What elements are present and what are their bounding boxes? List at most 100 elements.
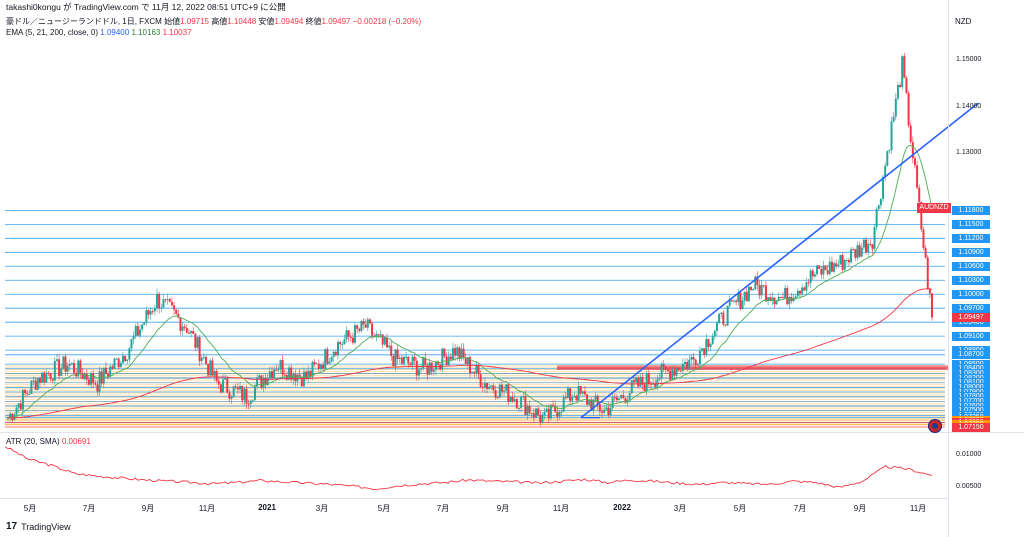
candle-body: [805, 282, 808, 291]
candle-body: [882, 176, 885, 199]
candle-body: [398, 357, 401, 359]
candle-body: [145, 310, 148, 323]
candle-body: [684, 361, 687, 364]
candle-body: [498, 384, 501, 398]
candle-body: [356, 325, 359, 329]
candle-body: [183, 326, 186, 328]
candle-body: [175, 309, 178, 314]
candle-body: [545, 408, 548, 412]
time-tick-label: 7月: [793, 504, 807, 513]
level-price-tag: 1.08700: [952, 350, 990, 360]
candle-body: [673, 370, 676, 376]
candle-body: [362, 320, 365, 325]
candle-body: [571, 397, 574, 401]
currency-flag-icon[interactable]: [928, 419, 942, 433]
candle-body: [136, 325, 139, 336]
candle-body: [202, 356, 205, 358]
candle-body: [205, 356, 207, 365]
candle-body: [517, 407, 520, 409]
candle-body: [411, 356, 414, 366]
candle-body: [762, 285, 765, 287]
candle-body: [660, 364, 663, 379]
candle-body: [354, 325, 357, 343]
candle-body: [816, 265, 819, 275]
candle-body: [30, 380, 33, 394]
candle-body: [839, 254, 842, 265]
candle-body: [481, 386, 484, 388]
candle-body: [439, 364, 442, 370]
candle-body: [43, 372, 46, 383]
candle-body: [775, 300, 778, 305]
candle-body: [628, 393, 631, 400]
candle-body: [890, 121, 893, 150]
candle-body: [877, 205, 880, 209]
candle-body: [560, 411, 563, 413]
candle-body: [428, 362, 431, 375]
candle-body: [432, 369, 435, 372]
candle-body: [413, 356, 416, 361]
tradingview-logo[interactable]: 17 TradingView: [6, 521, 71, 532]
candle-body: [55, 359, 58, 361]
candle-body: [743, 291, 746, 301]
candle-body: [558, 412, 561, 417]
candle-body: [390, 345, 393, 357]
candle-body: [686, 361, 689, 369]
candle-body: [200, 357, 203, 362]
candle-body: [698, 350, 701, 364]
candle-body: [609, 408, 612, 416]
candle-body: [926, 257, 929, 289]
candle-body: [443, 348, 446, 357]
candle-body: [875, 208, 878, 228]
candle-body: [830, 261, 833, 272]
candle-body: [185, 327, 188, 333]
candle-body: [809, 270, 812, 283]
candle-body: [111, 366, 114, 369]
level-price-tag: 1.09100: [952, 331, 990, 341]
time-tick-label: 5月: [733, 504, 747, 513]
candle-body: [451, 348, 454, 360]
candle-body: [781, 297, 784, 299]
candle-body: [45, 372, 48, 383]
candle-body: [613, 397, 616, 399]
atr-legend[interactable]: ATR (20, SMA) 0.00691: [6, 437, 91, 446]
trend-lines: [580, 102, 979, 419]
candle-body: [632, 380, 635, 383]
candle-body: [70, 363, 73, 365]
candle-body: [349, 336, 352, 338]
candle-body: [552, 404, 555, 406]
candle-body: [213, 370, 216, 376]
candle-body: [115, 358, 118, 360]
candle-body: [741, 300, 744, 309]
candle-body: [126, 359, 129, 362]
candle-body: [796, 290, 799, 297]
candle-body: [258, 375, 261, 379]
level-price-tag: 1.11500: [952, 219, 990, 229]
candle-body: [505, 384, 508, 391]
candle-body: [11, 413, 14, 421]
candle-body: [179, 317, 182, 331]
candle-body: [409, 363, 412, 366]
candle-body: [931, 293, 933, 318]
atr-label: ATR (20, SMA): [6, 437, 60, 446]
candle-body: [181, 326, 184, 331]
candle-body: [747, 286, 750, 302]
candle-body: [324, 349, 327, 369]
candle-body: [583, 391, 586, 395]
candle-body: [245, 388, 248, 404]
candle-body: [500, 384, 503, 392]
candle-body: [403, 356, 405, 364]
candle-body: [371, 323, 374, 336]
candle-body: [677, 367, 680, 371]
candle-body: [377, 334, 380, 336]
candle-body: [328, 361, 331, 364]
candle-body: [692, 357, 695, 360]
candle-body: [764, 285, 767, 302]
candle-body: [694, 359, 697, 365]
candle-body: [837, 264, 840, 267]
candle-body: [820, 269, 823, 275]
symbol-badge: AUDNZD: [917, 203, 951, 213]
time-tick-label: 5月: [377, 504, 391, 513]
price-chart[interactable]: [0, 0, 1024, 537]
candle-body: [530, 412, 533, 414]
candle-body: [143, 322, 146, 325]
